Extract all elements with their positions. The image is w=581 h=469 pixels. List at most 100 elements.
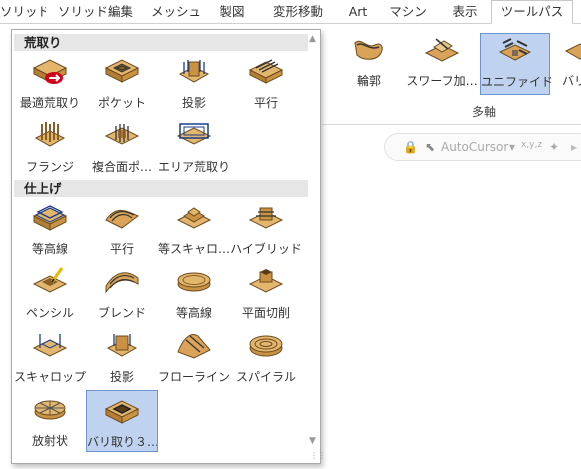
ribbon-tab-bar: ソリッド ソリッド編集 メッシュ 製図 変形移動 Art マシン 表示 ツールパ… [0,0,581,24]
finishing-item-label: 平行 [109,242,134,256]
finishing-item-label: 等高線 [31,242,68,256]
finishing-item-label: ハイブリッド [230,242,302,256]
finishing-item-label: 等高線 [175,306,212,320]
select-arrow-icon[interactable]: ▸ [571,140,577,154]
finishing-item-label: 等スキャロ… [158,242,230,256]
lock-icon[interactable]: 🔒 [403,140,418,154]
contour-label: 輪郭 [356,74,381,88]
roughing-item-label: 最適荒取り [19,96,80,110]
radial-icon [34,400,66,420]
tab-machine[interactable]: マシン [377,0,439,23]
multiaxis-group-label: 多軸 [472,105,497,119]
waterline-round-icon [177,272,211,292]
parallel-rough-icon [248,59,284,84]
area-rough-icon [176,123,212,145]
add-point-icon[interactable]: ✦ [549,140,559,154]
finishing-item-waterline-2[interactable]: 等高線 [158,262,230,324]
deburr-ribbon-button[interactable]: バリ [554,33,581,95]
autocursor-label[interactable]: AutoCursor [441,140,508,154]
section-header-finishing: 仕上げ [14,180,308,197]
finishing-item-label: スキャロップ [14,370,86,384]
finishing-item-label: バリ取り３… [87,435,157,449]
roughing-item-label: エリア荒取り [158,160,230,174]
finishing-item-pencil[interactable]: ペンシル [14,262,86,324]
finishing-item-label: ペンシル [25,306,74,320]
scroll-down-icon[interactable]: ▼ [309,436,316,446]
roughing-item-label: ポケット [97,96,146,110]
roughing-item-optimal[interactable]: 最適荒取り [14,52,86,114]
unified-label: ユニファイド [481,75,554,89]
contour-button[interactable]: 輪郭 [334,33,404,95]
finishing-item-spiral[interactable]: スパイラル [230,326,302,388]
tab-toolpath[interactable]: ツールパス [491,0,573,24]
roughing-item-label: フランジ [25,160,74,174]
axis-xyz-icon[interactable]: x,y,z [521,140,542,150]
roughing-item-multi-pocket[interactable]: 複合面ポ… [86,116,158,178]
tab-transform[interactable]: 変形移動 [257,0,339,23]
blend-icon [105,272,139,294]
spiral-icon [249,335,283,357]
parallel-finish-icon [105,210,139,229]
finishing-item-flowline[interactable]: フローライン [158,326,230,388]
projection-finish-icon [106,334,138,357]
roughing-item-pocket[interactable]: ポケット [86,52,158,114]
multi-surface-pocket-icon [104,124,140,145]
tab-view[interactable]: 表示 [439,0,491,23]
finishing-item-label: フローライン [158,370,230,384]
pocket-icon [104,59,140,83]
unified-button[interactable]: ユニファイド [480,33,554,95]
finishing-item-label: 平面切削 [241,306,290,320]
ribbon-multiaxis-group: 輪郭 スワーフ加… ユニファイド バリ 多軸 [322,25,581,125]
contour-icon [354,40,383,60]
finishing-item-scallop[interactable]: スキャロップ [14,326,86,388]
const-scallop-icon [176,207,212,229]
roughing-item-label: 平行 [253,96,278,110]
hybrid-icon [248,207,284,229]
unified-icon [498,38,532,61]
finishing-item-label: 投影 [109,370,134,384]
cursor-icon[interactable]: ⬉ [425,140,435,154]
finishing-item-flat[interactable]: 平面切削 [230,262,302,324]
swarf-icon [424,38,460,62]
tab-art[interactable]: Art [339,0,377,23]
optimal-rough-icon [32,59,68,84]
finishing-item-label: ブレンド [97,306,146,320]
flat-area-icon [248,269,284,293]
roughing-item-parallel[interactable]: 平行 [230,52,302,114]
waterline-icon [32,205,68,231]
swarf-label: スワーフ加… [406,74,478,88]
finishing-item-const-scallop[interactable]: 等スキャロ… [158,198,230,260]
roughing-item-label: 投影 [181,96,206,110]
tab-solid[interactable]: ソリッド [0,0,46,23]
autocursor-dropdown-icon[interactable]: ▾ [509,140,515,154]
finishing-item-hybrid[interactable]: ハイブリッド [230,198,302,260]
roughing-item-area[interactable]: エリア荒取り [158,116,230,178]
finishing-item-projection[interactable]: 投影 [86,326,158,388]
roughing-item-label: 複合面ポ… [91,160,152,174]
tab-mesh[interactable]: メッシュ [145,0,207,23]
swarf-button[interactable]: スワーフ加… [406,33,478,95]
finishing-item-label: スパイラル [235,370,296,384]
finishing-item-blend[interactable]: ブレンド [86,262,158,324]
deburr-icon [104,400,140,424]
finishing-item-parallel[interactable]: 平行 [86,198,158,260]
toolpath-dropdown-panel: 荒取り 最適荒取り ポケット 投影 平行 フランジ 複合面ポ… エリア荒取り 仕… [11,29,326,464]
roughing-item-flange[interactable]: フランジ [14,116,86,178]
tab-drafting[interactable]: 製図 [207,0,257,23]
autocursor-toolbar: 🔒 ⬉ AutoCursor ▾ x,y,z ✦ ▸ [384,133,581,161]
finishing-item-waterline[interactable]: 等高線 [14,198,86,260]
panel-scrollbar[interactable]: ▲ ▼ [308,32,320,462]
tab-solid-edit[interactable]: ソリッド編集 [46,0,145,23]
projection-rough-icon [178,60,210,83]
flowline-icon [177,334,211,359]
deburr-ribbon-label: バリ [562,74,581,88]
finishing-item-label: 放射状 [31,434,68,448]
resize-grip-icon[interactable]: ⋮⋮ [310,451,326,460]
finishing-item-radial[interactable]: 放射状 [14,390,86,452]
roughing-item-projection[interactable]: 投影 [158,52,230,114]
flange-icon [34,122,66,147]
section-header-roughing: 荒取り [14,34,308,51]
finishing-item-deburr-3axis[interactable]: バリ取り３… [86,390,158,452]
scroll-up-icon[interactable]: ▲ [309,34,316,44]
pencil-icon [32,267,68,293]
